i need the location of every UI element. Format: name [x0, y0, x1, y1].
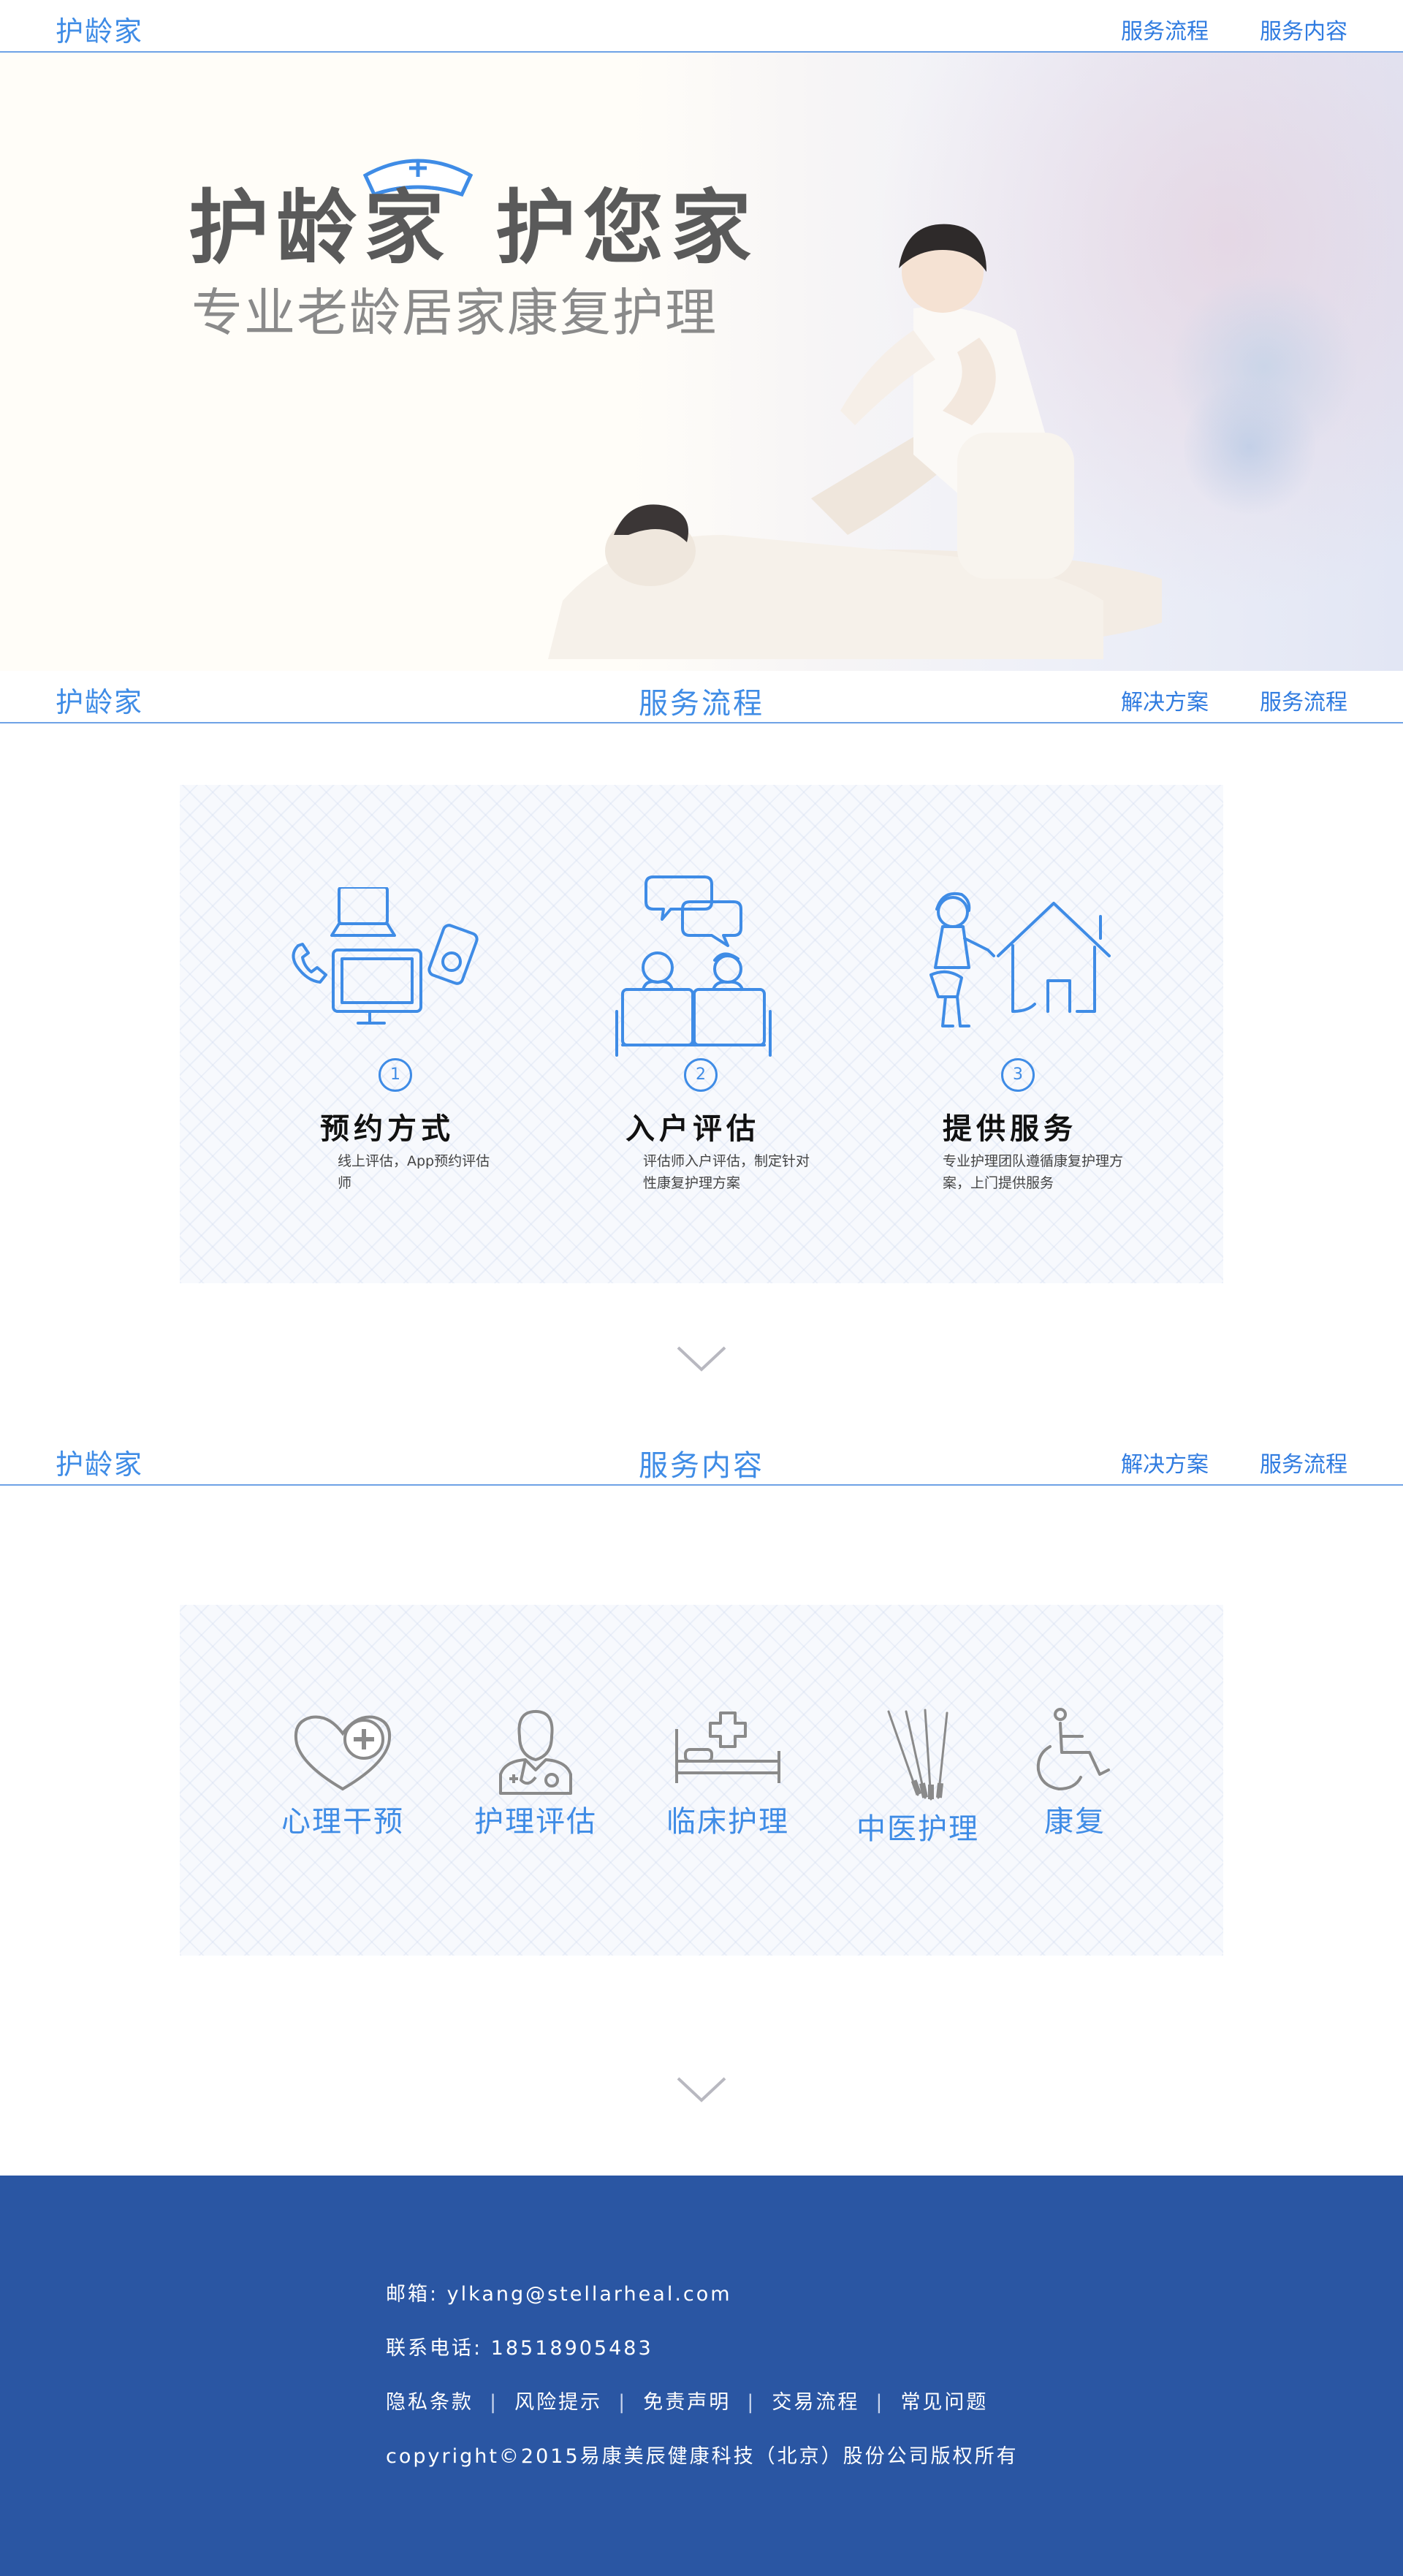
acupuncture-icon — [887, 1709, 948, 1801]
service-label: 康复 — [1044, 1805, 1106, 1839]
service-content-panel: 心理干预 护理评估 临床护理 中医护理 康复 — [180, 1605, 1223, 1956]
service-item-clinical[interactable]: 临床护理 — [662, 1707, 794, 1840]
service-item-rehabilitation[interactable]: 康复 — [1020, 1707, 1130, 1840]
footer: 邮箱: ylkang@stellarheal.com 联系电话: 1851890… — [0, 2176, 1403, 2576]
footer-phone[interactable]: 联系电话: 18518905483 — [386, 2332, 653, 2360]
service-item-assessment[interactable]: 护理评估 — [474, 1707, 598, 1840]
footer-link-privacy[interactable]: 隐私条款 — [386, 2391, 474, 2414]
wheelchair-icon — [1036, 1708, 1110, 1790]
service-label: 中医护理 — [856, 1812, 979, 1846]
step-description: 线上评估，App预约评估师 — [338, 1153, 490, 1191]
step-title: 提供服务 — [943, 1112, 1077, 1146]
nav-link-service-flow[interactable]: 服务流程 — [1121, 13, 1209, 45]
nav-link-solutions[interactable]: 解决方案 — [1121, 684, 1209, 716]
chevron-down-icon[interactable] — [675, 1345, 728, 1374]
step-number-badge: 3 — [1001, 1058, 1035, 1092]
top-navbar: 护龄家 服务流程 服务内容 — [0, 0, 1403, 53]
service-label: 护理评估 — [474, 1805, 597, 1839]
step-title: 预约方式 — [320, 1112, 455, 1146]
step-title: 入户评估 — [626, 1112, 760, 1146]
step-number-badge: 2 — [684, 1058, 718, 1092]
nurse-care-illustration — [548, 224, 1162, 659]
service-item-tcm[interactable]: 中医护理 — [852, 1707, 984, 1847]
service-label: 心理干预 — [281, 1805, 404, 1839]
nav-link-solutions[interactable]: 解决方案 — [1121, 1446, 1209, 1478]
service-item-psychological[interactable]: 心理干预 — [281, 1707, 405, 1840]
top-nav-links: 服务流程 服务内容 — [1121, 13, 1347, 45]
footer-copyright: copyright©2015易康美辰健康科技（北京）股份公司版权所有 — [386, 2445, 1019, 2468]
service-content-navbar: 护龄家 服务内容 解决方案 服务流程 — [0, 1433, 1403, 1486]
footer-link-transaction[interactable]: 交易流程 — [772, 2391, 859, 2414]
hero-background-plate — [1184, 374, 1315, 520]
footer-link-risk[interactable]: 风险提示 — [514, 2391, 602, 2414]
hero-banner: 护龄家 护您家 专业老龄居家康复护理 — [0, 53, 1403, 671]
devices-icon — [292, 887, 479, 1025]
footer-link-disclaimer[interactable]: 免责声明 — [643, 2391, 731, 2414]
step-number-badge: 1 — [379, 1058, 412, 1092]
section-nav-links: 解决方案 服务流程 — [1121, 1446, 1347, 1478]
doctor-icon — [499, 1710, 572, 1795]
nav-link-service-flow[interactable]: 服务流程 — [1260, 684, 1347, 716]
chevron-down-icon[interactable] — [675, 2075, 728, 2105]
heart-plus-icon — [294, 1715, 391, 1791]
service-label: 临床护理 — [666, 1805, 789, 1839]
hero-title-part1: 护龄家 — [189, 181, 452, 275]
brand-logo[interactable]: 护龄家 — [56, 9, 143, 49]
step-description: 评估师入户评估，制定针对性康复护理方案 — [643, 1153, 810, 1191]
step-description: 专业护理团队遵循康复护理方案，上门提供服务 — [943, 1153, 1124, 1191]
section-nav-links: 解决方案 服务流程 — [1121, 684, 1347, 716]
footer-links: 隐私条款 | 风险提示 | 免责声明 | 交易流程 | 常见问题 — [386, 2391, 989, 2414]
nav-link-service-flow[interactable]: 服务流程 — [1260, 1446, 1347, 1478]
service-flow-panel: 1 预约方式 线上评估，App预约评估师 2 入户评估 评估师入户评估，制定针对… — [180, 785, 1223, 1283]
home-visit-icon — [929, 892, 1111, 1027]
service-flow-navbar: 护龄家 服务流程 解决方案 服务流程 — [0, 671, 1403, 723]
consultation-icon — [615, 875, 772, 1057]
footer-email[interactable]: 邮箱: ylkang@stellarheal.com — [386, 2278, 732, 2306]
footer-link-faq[interactable]: 常见问题 — [900, 2391, 988, 2414]
nav-link-service-content[interactable]: 服务内容 — [1260, 13, 1347, 45]
hospital-bed-icon — [675, 1711, 780, 1783]
